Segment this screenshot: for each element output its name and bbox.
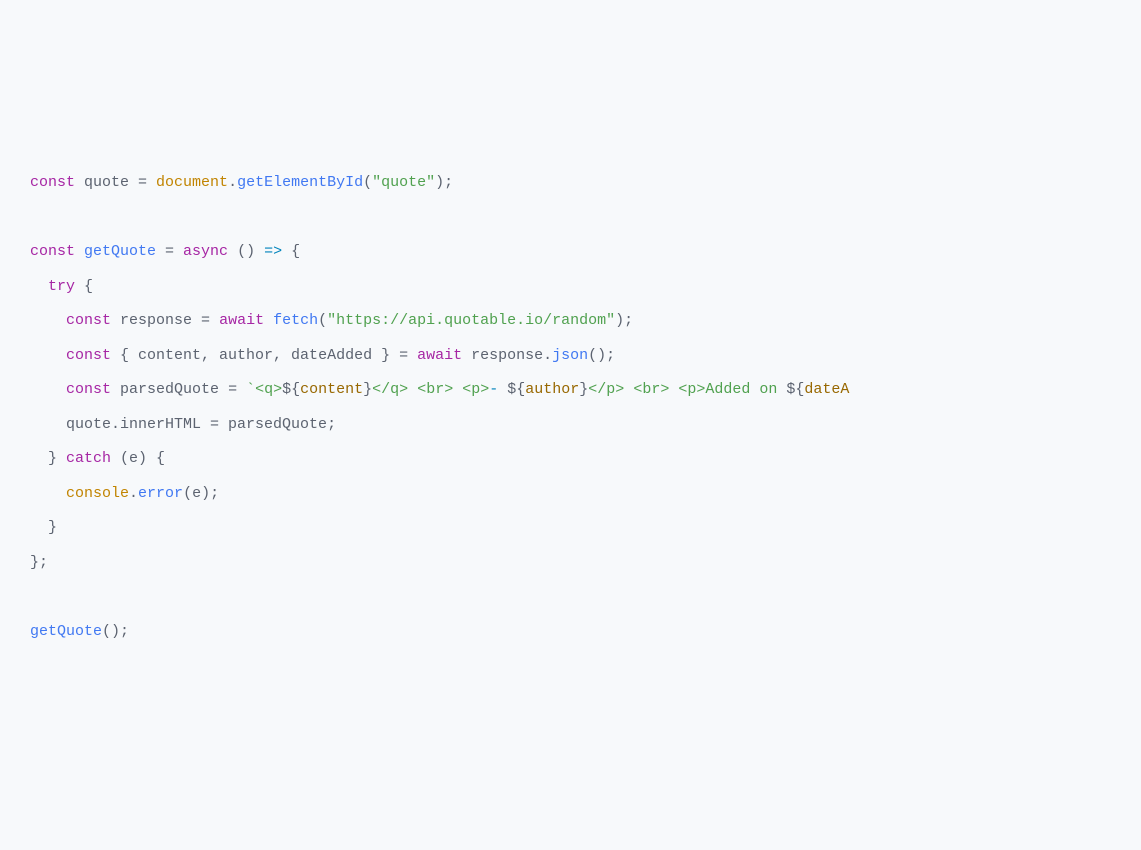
code-token: [30, 485, 66, 502]
code-token: {: [282, 243, 300, 260]
code-token: <br>: [417, 381, 453, 398]
code-token: }: [363, 381, 372, 398]
code-token: getQuote: [30, 623, 102, 640]
code-token: =: [165, 243, 183, 260]
code-line: [30, 580, 1113, 615]
code-token: ${: [282, 381, 300, 398]
code-token: =: [138, 174, 156, 191]
code-line: const parsedQuote = `<q>${content}</q> <…: [30, 373, 1113, 408]
code-token: =>: [264, 243, 282, 260]
code-token: [30, 347, 66, 364]
code-token: <p>: [462, 381, 489, 398]
code-token: response.: [471, 347, 552, 364]
code-token: content: [300, 381, 363, 398]
code-token: catch: [66, 450, 120, 467]
code-token: }: [30, 450, 66, 467]
code-token: { content, author, dateAdded }: [120, 347, 399, 364]
code-token: "quote": [372, 174, 435, 191]
code-token: .: [129, 485, 138, 502]
code-token: [30, 381, 66, 398]
code-token: author: [525, 381, 579, 398]
code-token: ();: [588, 347, 615, 364]
code-token: {: [84, 278, 93, 295]
code-token: parsedQuote;: [228, 416, 336, 433]
code-token: =: [228, 381, 246, 398]
code-token: await: [417, 347, 471, 364]
code-token: console: [66, 485, 129, 502]
code-token: dateA: [804, 381, 849, 398]
code-line: quote.innerHTML = parsedQuote;: [30, 408, 1113, 443]
code-line: getQuote();: [30, 615, 1113, 650]
code-line: const { content, author, dateAdded } = a…: [30, 339, 1113, 374]
code-token: async: [183, 243, 237, 260]
code-token: const: [66, 312, 120, 329]
code-token: document: [156, 174, 228, 191]
code-token: .: [228, 174, 237, 191]
code-token: getElementById: [237, 174, 363, 191]
code-token: [453, 381, 462, 398]
code-line: const getQuote = async () => {: [30, 235, 1113, 270]
code-token: [624, 381, 633, 398]
code-token: =: [201, 312, 219, 329]
code-token: const: [66, 381, 120, 398]
code-token: response: [120, 312, 201, 329]
code-line: const quote = document.getElementById("q…: [30, 166, 1113, 201]
code-token: );: [435, 174, 453, 191]
code-token: (: [318, 312, 327, 329]
code-token: [408, 381, 417, 398]
code-token: Added on: [705, 381, 786, 398]
code-token: await: [219, 312, 273, 329]
code-token: [30, 312, 66, 329]
code-token: try: [48, 278, 84, 295]
code-token: }: [30, 519, 57, 536]
code-token: json: [552, 347, 588, 364]
code-token: quote.innerHTML: [30, 416, 210, 433]
code-token: ${: [786, 381, 804, 398]
code-line: };: [30, 546, 1113, 581]
code-token: "https://api.quotable.io/random": [327, 312, 615, 329]
code-block: const quote = document.getElementById("q…: [30, 166, 1113, 649]
code-token: (): [237, 243, 264, 260]
code-token: =: [210, 416, 228, 433]
code-token: };: [30, 554, 48, 571]
code-token: <p>: [678, 381, 705, 398]
code-token: const: [30, 174, 84, 191]
code-token: [669, 381, 678, 398]
code-token: =: [399, 347, 417, 364]
code-token: </p>: [588, 381, 624, 398]
code-token: fetch: [273, 312, 318, 329]
code-token: const: [66, 347, 120, 364]
code-token: ();: [102, 623, 129, 640]
code-line: console.error(e);: [30, 477, 1113, 512]
code-token: error: [138, 485, 183, 502]
code-token: const: [30, 243, 84, 260]
code-token: `: [246, 381, 255, 398]
code-line: }: [30, 511, 1113, 546]
code-token: parsedQuote: [120, 381, 228, 398]
code-token: (: [363, 174, 372, 191]
code-token: -: [489, 381, 507, 398]
code-token: [30, 278, 48, 295]
code-line: [30, 201, 1113, 236]
code-token: </q>: [372, 381, 408, 398]
code-token: );: [615, 312, 633, 329]
code-line: } catch (e) {: [30, 442, 1113, 477]
code-token: }: [579, 381, 588, 398]
code-token: <br>: [633, 381, 669, 398]
code-token: <q>: [255, 381, 282, 398]
code-token: ${: [507, 381, 525, 398]
code-token: getQuote: [84, 243, 165, 260]
code-line: const response = await fetch("https://ap…: [30, 304, 1113, 339]
code-token: (e);: [183, 485, 219, 502]
code-line: try {: [30, 270, 1113, 305]
code-token: (e) {: [120, 450, 165, 467]
code-token: quote: [84, 174, 138, 191]
